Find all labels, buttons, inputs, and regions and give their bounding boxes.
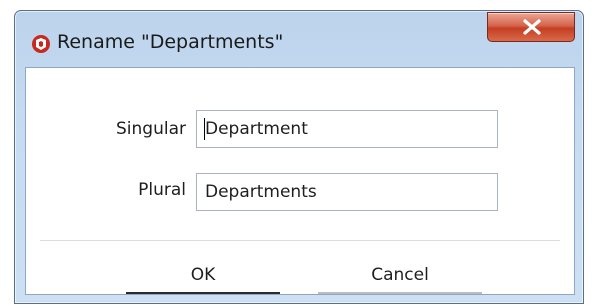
ok-button[interactable]: OK	[126, 258, 280, 294]
dialog-body: Singular Plural OK Cancel	[25, 67, 575, 295]
window-title: Rename "Departments"	[57, 31, 284, 53]
rename-dialog: Rename "Departments" Singular Plural OK …	[14, 10, 584, 304]
cancel-button[interactable]: Cancel	[318, 258, 482, 294]
plural-label: Plural	[138, 180, 186, 200]
text-caret	[204, 118, 205, 140]
close-x-icon	[523, 19, 541, 35]
separator	[40, 240, 560, 241]
singular-label: Singular	[116, 119, 186, 139]
close-button[interactable]	[487, 12, 575, 42]
app-icon	[31, 34, 51, 54]
singular-input[interactable]	[196, 110, 498, 148]
plural-input[interactable]	[196, 173, 498, 211]
title-bar[interactable]: Rename "Departments"	[15, 11, 583, 67]
